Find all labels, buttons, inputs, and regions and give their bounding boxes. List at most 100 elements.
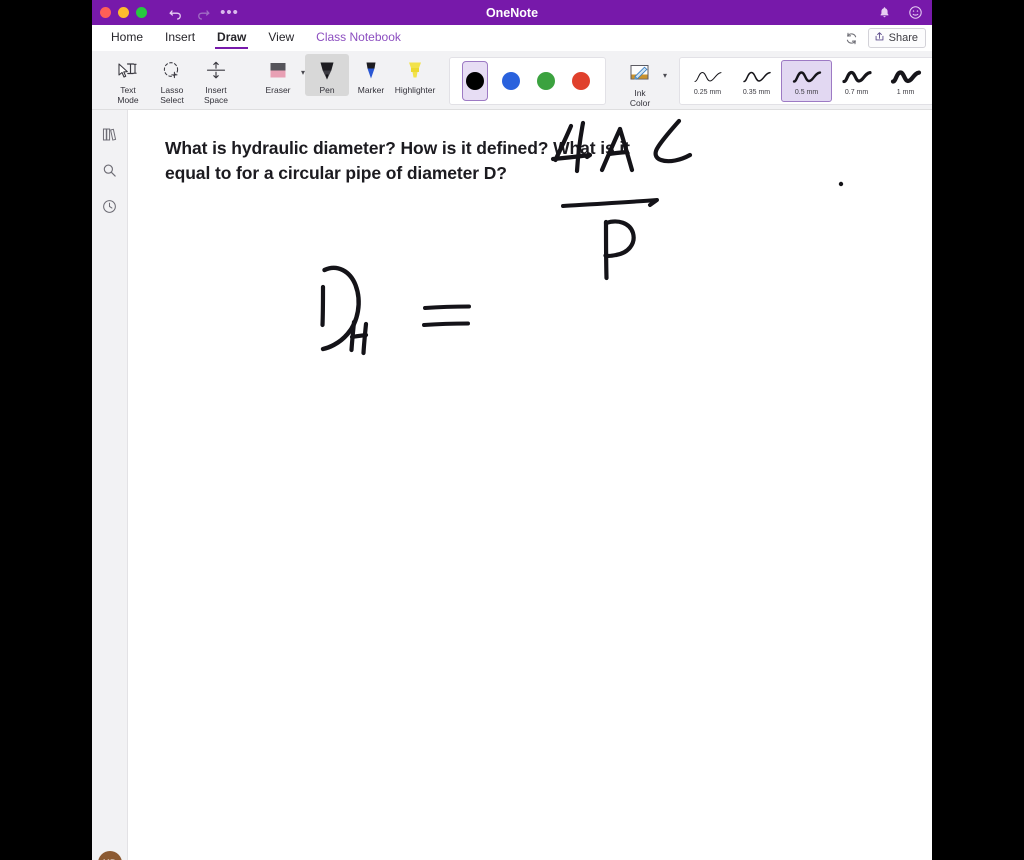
highlighter-button[interactable]: Highlighter [393,54,437,96]
tab-insert[interactable]: Insert [154,27,206,48]
color-dot-green [537,72,556,90]
feedback-smiley-icon[interactable] [907,4,924,21]
pen-icon [314,57,340,85]
marker-icon [358,57,384,85]
thickness-label-4: 1 mm [896,89,915,96]
sidebar-item-search[interactable] [95,158,125,188]
stroke-preview-icon [889,66,923,88]
ink-color-group: Ink Color ▾ [612,54,673,111]
tab-view-label: View [268,30,295,44]
title-bar-actions: ••• [167,4,238,21]
title-bar: ••• OneNote [92,0,932,25]
highlighter-icon [402,57,428,85]
pen-button[interactable]: Pen [305,54,350,96]
lasso-select-button[interactable]: Lasso Select [150,54,194,105]
tab-draw-label: Draw [217,30,247,44]
app-body: HD What is hydraulic diameter? How is it… [92,110,932,860]
eraser-control: Eraser ▾ [256,54,305,96]
share-button[interactable]: Share [867,28,926,48]
thickness-label-3: 0.7 mm [844,89,869,96]
notebooks-icon [101,126,118,148]
tools-group: Text Mode Lasso Select Insert Space [100,54,244,108]
tab-class-notebook-label: Class Notebook [316,30,401,44]
lasso-select-label-2: Select [160,94,184,105]
thickness-0-35mm[interactable]: 0.35 mm [732,61,781,101]
lasso-select-label-1: Lasso [160,85,184,95]
tab-view[interactable]: View [257,27,305,48]
screen: ••• OneNote Home Insert Draw View Class … [0,0,1024,860]
marker-button[interactable]: Marker [349,54,393,96]
marker-label: Marker [357,85,385,95]
sidebar-item-recent[interactable] [95,194,125,224]
pens-group: Eraser ▾ Pen Marker Highlighter [250,54,443,108]
color-dot-blue [502,72,521,90]
text-mode-label-1: Text [120,85,136,95]
maximize-window-button[interactable] [136,7,147,18]
lasso-select-icon [159,57,185,85]
recent-clock-icon [101,198,118,220]
color-swatch-red[interactable] [569,62,593,100]
title-bar-right-actions [876,0,924,25]
eraser-icon [265,57,291,85]
left-sidebar: HD [92,110,128,860]
sidebar-item-notebooks[interactable] [95,122,125,152]
insert-space-label-2: Space [203,94,229,105]
thickness-1mm[interactable]: 1 mm [881,61,930,101]
window-controls[interactable] [100,7,147,18]
thickness-0-5mm[interactable]: 0.5 mm [781,60,833,102]
tab-draw[interactable]: Draw [206,27,257,49]
draw-ribbon-toolbar: Text Mode Lasso Select Insert Space Eras… [92,51,932,110]
tab-insert-label: Insert [165,30,196,44]
stroke-preview-icon [740,66,774,88]
thickness-0-25mm[interactable]: 0.25 mm [683,61,732,101]
ink-color-control: Ink Color ▾ [618,57,667,108]
thickness-label-1: 0.35 mm [742,89,771,96]
color-swatch-black[interactable] [462,61,489,101]
tab-home[interactable]: Home [100,27,154,48]
eraser-label: Eraser [265,85,291,95]
ink-color-button[interactable]: Ink Color [618,57,662,108]
redo-icon[interactable] [194,4,211,21]
avatar[interactable]: HD [98,851,122,860]
text-mode-icon [115,57,141,85]
stroke-preview-icon [790,66,824,88]
thickness-label-0: 0.25 mm [693,89,722,96]
ink-color-label-1: Ink [634,88,646,98]
stroke-preview-icon [840,66,874,88]
pen-label: Pen [319,85,335,95]
more-options-icon[interactable]: ••• [220,4,238,21]
ink-color-label-2: Color [629,97,651,108]
ribbon-tab-bar: Home Insert Draw View Class Notebook Sha… [92,25,932,51]
sync-icon[interactable] [844,30,860,46]
ink-color-chevron-down-icon[interactable]: ▾ [663,71,667,80]
ribbon-right-actions: Share [844,25,926,51]
thickness-0-7mm[interactable]: 0.7 mm [832,61,881,101]
color-dot-black [466,72,485,90]
bell-icon[interactable] [876,4,893,21]
tab-home-label: Home [111,30,144,44]
text-mode-label-2: Mode [117,94,139,105]
ink-color-swatches [449,57,607,105]
text-mode-button[interactable]: Text Mode [106,54,150,105]
close-window-button[interactable] [100,7,111,18]
search-icon [101,162,118,184]
color-swatch-blue[interactable] [499,62,523,100]
ink-dot [838,181,844,187]
share-icon [874,31,885,45]
tab-class-notebook[interactable]: Class Notebook [305,27,412,48]
note-canvas[interactable]: What is hydraulic diameter? How is it de… [128,110,932,860]
onenote-window: ••• OneNote Home Insert Draw View Class … [92,0,932,860]
insert-space-label-1: Insert [205,85,227,95]
thickness-label-2: 0.5 mm [794,89,819,96]
color-dot-red [572,72,591,90]
insert-space-icon [203,57,229,85]
highlighter-label: Highlighter [394,85,436,95]
eraser-button[interactable]: Eraser [256,54,300,96]
minimize-window-button[interactable] [118,7,129,18]
insert-space-button[interactable]: Insert Space [194,54,238,105]
ink-color-icon [626,60,654,88]
color-swatch-green[interactable] [534,62,558,100]
undo-icon[interactable] [167,4,184,21]
pen-thickness-picker: 0.25 mm 0.35 mm 0.5 mm 0.7 mm 1 mm [679,57,932,105]
share-button-label: Share [888,32,918,44]
